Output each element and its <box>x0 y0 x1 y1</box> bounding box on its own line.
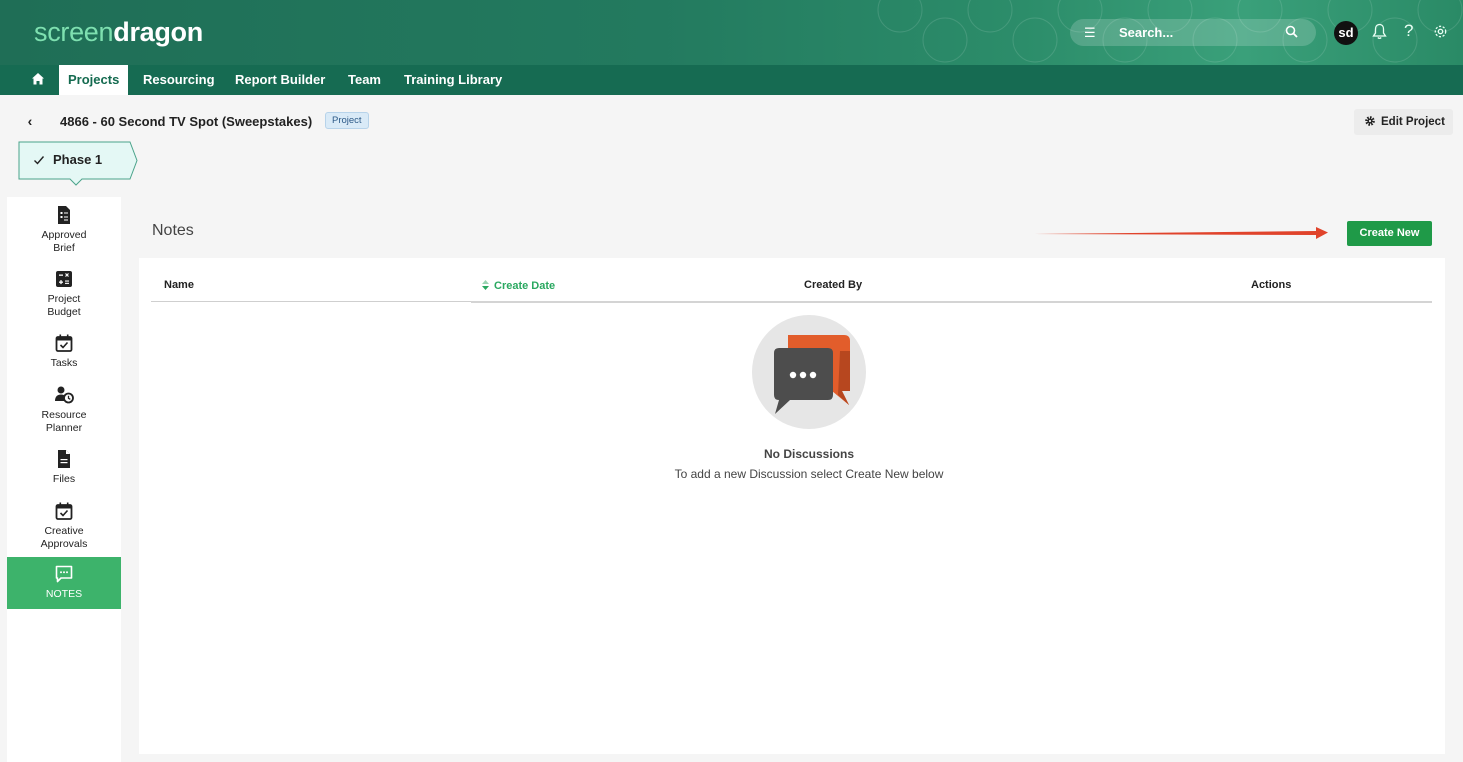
sidebar-item-sublabel: Brief <box>53 241 75 254</box>
user-clock-icon <box>55 386 74 404</box>
brief-document-icon <box>58 206 70 224</box>
home-icon[interactable] <box>31 72 45 86</box>
search-box[interactable]: ☰ Search... <box>1070 19 1316 46</box>
column-header-created-by[interactable]: Created By <box>804 279 862 291</box>
sidebar-item-approved-brief[interactable]: Approved Brief <box>7 205 121 254</box>
sidebar-item-label: Approved <box>41 229 87 241</box>
annotation-arrow <box>1034 227 1328 239</box>
logo-light-text: screen <box>34 17 114 47</box>
column-header-create-date[interactable]: Create Date <box>481 279 555 292</box>
empty-state-title: No Discussions <box>763 447 855 461</box>
nav-tab-report-builder[interactable]: Report Builder <box>235 72 325 87</box>
sidebar-item-sublabel: Planner <box>45 421 83 434</box>
calendar-check-icon <box>55 502 73 520</box>
logo-bold-text: dragon <box>113 17 203 47</box>
sidebar-item-sublabel: Approvals <box>40 537 88 550</box>
empty-state-subtitle: To add a new Discussion select Create Ne… <box>674 467 944 481</box>
check-icon <box>34 156 45 165</box>
nav-tab-team[interactable]: Team <box>348 72 381 87</box>
edit-project-label: Edit Project <box>1381 116 1445 128</box>
create-new-button[interactable]: Create New <box>1347 221 1432 246</box>
sidebar-item-tasks[interactable]: Tasks <box>7 333 121 370</box>
sidebar-item-label: Files <box>52 473 76 485</box>
sidebar-item-label: Creative <box>44 525 84 537</box>
search-input[interactable]: Search... <box>1119 25 1173 40</box>
sidebar-item-sublabel: Budget <box>47 305 81 318</box>
sidebar-item-label: Project <box>47 293 81 305</box>
sort-icon <box>482 280 489 290</box>
nav-tab-resourcing[interactable]: Resourcing <box>143 72 215 87</box>
nav-tab-projects[interactable]: Projects <box>59 65 129 95</box>
column-header-name[interactable]: Name <box>164 279 194 291</box>
main-nav: Projects Resourcing Report Builder Team … <box>0 65 1463 95</box>
back-button[interactable]: ‹ <box>19 111 41 133</box>
calendar-check-icon <box>55 334 73 352</box>
file-icon <box>58 450 70 468</box>
sidebar-item-label: Resource <box>41 409 87 421</box>
column-header-actions: Actions <box>1251 279 1292 291</box>
sidebar-item-label: NOTES <box>45 588 83 600</box>
section-title: Notes <box>152 222 194 239</box>
calculator-icon <box>56 271 72 287</box>
search-icon[interactable] <box>1284 24 1300 40</box>
sidebar-item-label: Tasks <box>50 357 78 369</box>
app-logo[interactable]: screendragon <box>34 17 203 48</box>
nav-tab-training-library[interactable]: Training Library <box>404 72 502 87</box>
bell-icon[interactable] <box>1372 23 1387 40</box>
chevron-left-icon: ‹ <box>27 113 33 129</box>
sidebar-item-resource-planner[interactable]: Resource Planner <box>7 385 121 434</box>
menu-icon[interactable]: ☰ <box>1084 25 1096 41</box>
project-sidebar: Approved Brief Project Budget Tasks Reso… <box>7 197 121 762</box>
sidebar-item-notes[interactable]: NOTES <box>7 557 121 609</box>
project-title: 4866 - 60 Second TV Spot (Sweepstakes) <box>60 114 313 129</box>
avatar[interactable]: sd <box>1334 21 1358 45</box>
top-header: screendragon ☰ Search... sd ? <box>0 0 1463 65</box>
chat-bubble-icon <box>55 565 73 583</box>
edit-project-button[interactable]: Edit Project <box>1354 109 1453 135</box>
sidebar-item-project-budget[interactable]: Project Budget <box>7 269 121 318</box>
help-icon[interactable]: ? <box>1404 21 1413 41</box>
sidebar-item-creative-approvals[interactable]: Creative Approvals <box>7 501 121 550</box>
project-type-badge: Project <box>325 112 369 129</box>
cog-icon <box>1365 116 1375 126</box>
table-header-divider-accent <box>471 301 1432 303</box>
sidebar-item-files[interactable]: Files <box>7 449 121 486</box>
column-header-label: Create Date <box>494 280 556 292</box>
phase-tab[interactable]: Phase 1 <box>18 141 140 192</box>
gear-icon[interactable] <box>1432 23 1449 40</box>
discussion-bubbles-icon <box>752 315 866 429</box>
phase-label: Phase 1 <box>53 152 103 167</box>
